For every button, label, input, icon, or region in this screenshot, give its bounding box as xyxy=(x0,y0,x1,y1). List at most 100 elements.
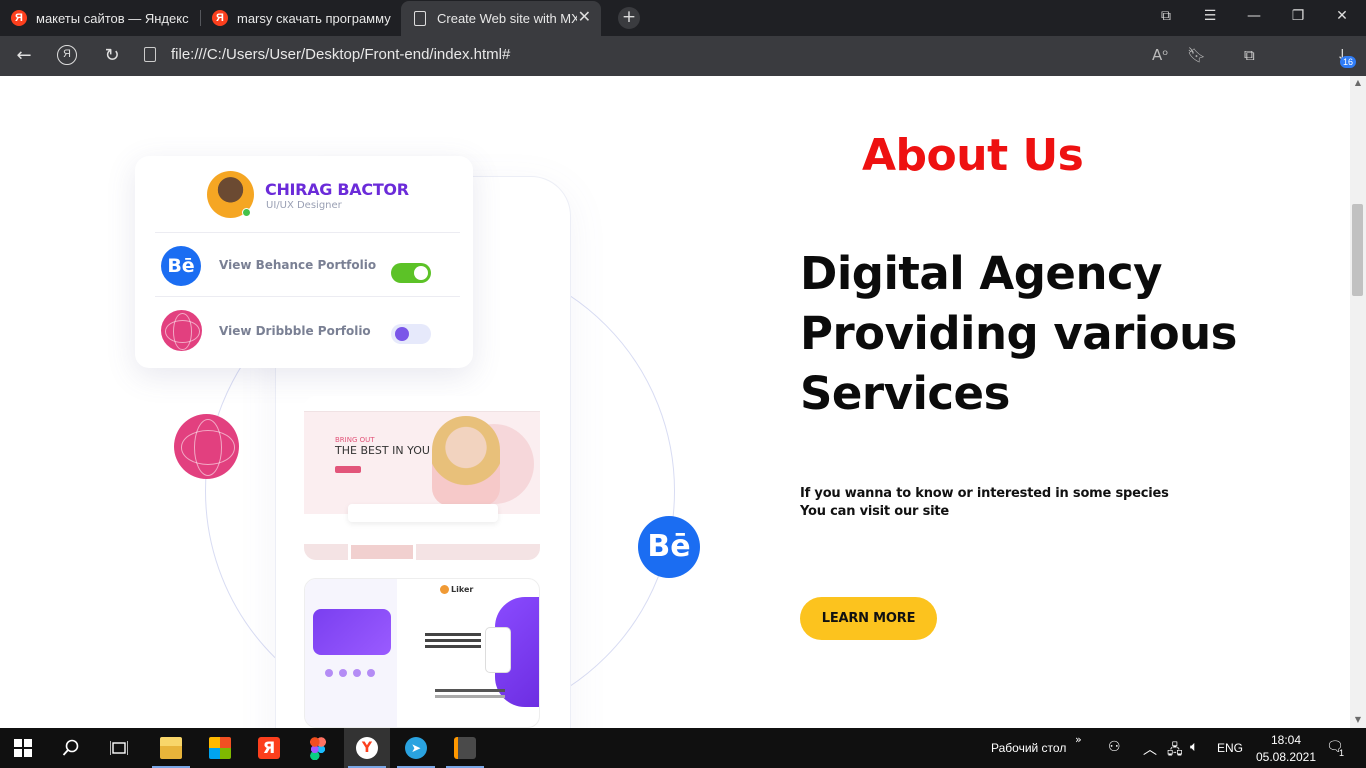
yandex-browser-glyph: Y xyxy=(356,737,378,759)
dribbble-icon xyxy=(174,414,239,479)
learn-more-button[interactable]: LEARN MORE xyxy=(800,597,937,640)
telegram-icon[interactable]: ➤ xyxy=(393,728,439,768)
description: If you wanna to know or interested in so… xyxy=(800,485,1169,521)
start-button[interactable] xyxy=(0,728,46,768)
preview-navbar xyxy=(304,396,540,412)
store-icon[interactable] xyxy=(197,728,243,768)
minimize-icon[interactable]: — xyxy=(1242,8,1266,24)
scroll-up-icon[interactable]: ▲ xyxy=(1352,78,1364,87)
translate-icon[interactable]: Aᵒ xyxy=(1152,46,1168,64)
task-view-icon[interactable] xyxy=(96,728,142,768)
tab-title: Create Web site with MX xyxy=(437,11,577,26)
preview-brand: Liker xyxy=(451,585,474,594)
behance-label: View Behance Portfolio xyxy=(219,258,377,272)
behance-icon: Bē xyxy=(638,516,700,578)
scroll-down-icon[interactable]: ▼ xyxy=(1352,715,1364,724)
new-tab-button[interactable]: + xyxy=(618,7,640,29)
url-field[interactable]: file:///C:/Users/User/Desktop/Front-end/… xyxy=(171,46,510,63)
browser-tab[interactable]: Я макеты сайтов — Яндекс xyxy=(0,0,196,36)
magnifier-icon xyxy=(62,739,79,756)
sublime-text-icon[interactable] xyxy=(442,728,488,768)
profile-card: CHIRAG BACTOR UI/UX Designer Bē View Beh… xyxy=(135,156,473,368)
task-view-glyph xyxy=(110,741,128,755)
divider xyxy=(155,232,460,233)
yandex-glyph: Я xyxy=(258,737,280,759)
toggle-knob xyxy=(395,327,409,341)
preview-purple-block xyxy=(313,609,391,655)
preview-text-lines xyxy=(425,633,481,636)
reload-icon[interactable]: ↻ xyxy=(100,45,124,67)
figma-glyph xyxy=(310,736,326,760)
yandex-icon: Я xyxy=(212,10,228,26)
preview-dots xyxy=(325,669,333,677)
online-status-dot xyxy=(242,208,251,217)
browser-tab-active[interactable]: Create Web site with MX ✕ xyxy=(401,1,601,36)
description-line: If you wanna to know or interested in so… xyxy=(800,486,1169,501)
yandex-icon[interactable]: Я xyxy=(246,728,292,768)
network-icon[interactable]: 🖧︎ xyxy=(1167,739,1183,763)
profile-role: UI/UX Designer xyxy=(266,200,342,211)
clock-date[interactable]: 05.08.2021 xyxy=(1254,750,1318,764)
website-preview-liker: Liker xyxy=(304,578,540,728)
headline-line: Digital Agency xyxy=(800,247,1163,300)
language-indicator[interactable]: ENG xyxy=(1217,741,1243,755)
figma-icon[interactable] xyxy=(295,728,341,768)
about-title: About Us xyxy=(862,130,1084,181)
dribbble-toggle xyxy=(391,324,431,344)
headline: Digital Agency Providing various Service… xyxy=(800,244,1320,424)
file-icon xyxy=(144,47,156,62)
back-icon[interactable]: ← xyxy=(12,45,36,67)
tab-title: макеты сайтов — Яндекс xyxy=(36,10,189,26)
people-icon[interactable]: ⚇ xyxy=(1108,739,1121,755)
restore-icon[interactable]: ❐ xyxy=(1286,8,1310,24)
dribbble-icon xyxy=(161,310,202,351)
bookmark-icon[interactable]: 🔖︎ xyxy=(1187,46,1206,64)
sublime-glyph xyxy=(454,737,476,759)
menu-icon[interactable]: ☰ xyxy=(1198,8,1222,24)
yandex-browser-icon[interactable]: Y xyxy=(344,728,390,768)
scrollbar-thumb[interactable] xyxy=(1352,204,1363,296)
headline-line: Providing various xyxy=(800,307,1237,360)
store-glyph xyxy=(209,737,231,759)
yandex-home-icon[interactable]: Я xyxy=(57,45,77,65)
close-tab-icon[interactable]: ✕ xyxy=(578,10,591,26)
download-count-badge: 16 xyxy=(1340,56,1357,68)
collections-icon[interactable]: ⧉ xyxy=(1154,8,1178,24)
divider xyxy=(155,296,460,297)
preview-button xyxy=(335,466,361,473)
model-photo xyxy=(432,416,500,506)
telegram-glyph: ➤ xyxy=(405,737,427,759)
preview-kicker: BRING OUT xyxy=(335,436,375,444)
windows-logo-icon xyxy=(14,739,32,757)
search-icon[interactable] xyxy=(48,728,94,768)
behance-toggle xyxy=(391,263,431,283)
extensions-icon[interactable]: ⧉ xyxy=(1244,46,1255,64)
tab-title: marsy скачать программу xyxy=(237,10,391,26)
chevron-expand-icon[interactable]: » xyxy=(1075,733,1082,746)
notification-count: 1 xyxy=(1339,748,1345,758)
close-window-icon[interactable]: ✕ xyxy=(1330,8,1354,24)
profile-name: CHIRAG BACTOR xyxy=(265,180,409,199)
tab-strip: Я макеты сайтов — Яндекс Я marsy скачать… xyxy=(0,0,1366,36)
desktop-toolbar-label[interactable]: Рабочий стол xyxy=(991,741,1066,755)
liker-logo-icon xyxy=(440,585,449,594)
chevron-up-icon[interactable]: ︿ xyxy=(1143,739,1157,759)
description-line: You can visit our site xyxy=(800,504,950,519)
preview-thumbnail xyxy=(348,542,416,560)
toggle-knob xyxy=(414,266,428,280)
preview-footer-lines xyxy=(435,689,505,692)
clock-time[interactable]: 18:04 xyxy=(1266,733,1306,747)
folder-glyph xyxy=(160,737,182,759)
web-page: CHIRAG BACTOR UI/UX Designer Bē View Beh… xyxy=(0,76,1350,728)
scrollbar[interactable] xyxy=(1350,76,1366,728)
behance-icon: Bē xyxy=(161,246,201,286)
yandex-icon: Я xyxy=(11,10,27,26)
browser-tab[interactable]: Я marsy скачать программу xyxy=(201,0,397,36)
headline-line: Services xyxy=(800,367,1010,420)
preview-phone xyxy=(485,627,511,673)
volume-icon[interactable]: 🔈︎ xyxy=(1190,739,1198,755)
document-icon xyxy=(414,11,426,26)
preview-heading: THE BEST IN YOU xyxy=(335,444,430,457)
file-explorer-icon[interactable] xyxy=(148,728,194,768)
preview-feature-strip xyxy=(348,504,498,522)
